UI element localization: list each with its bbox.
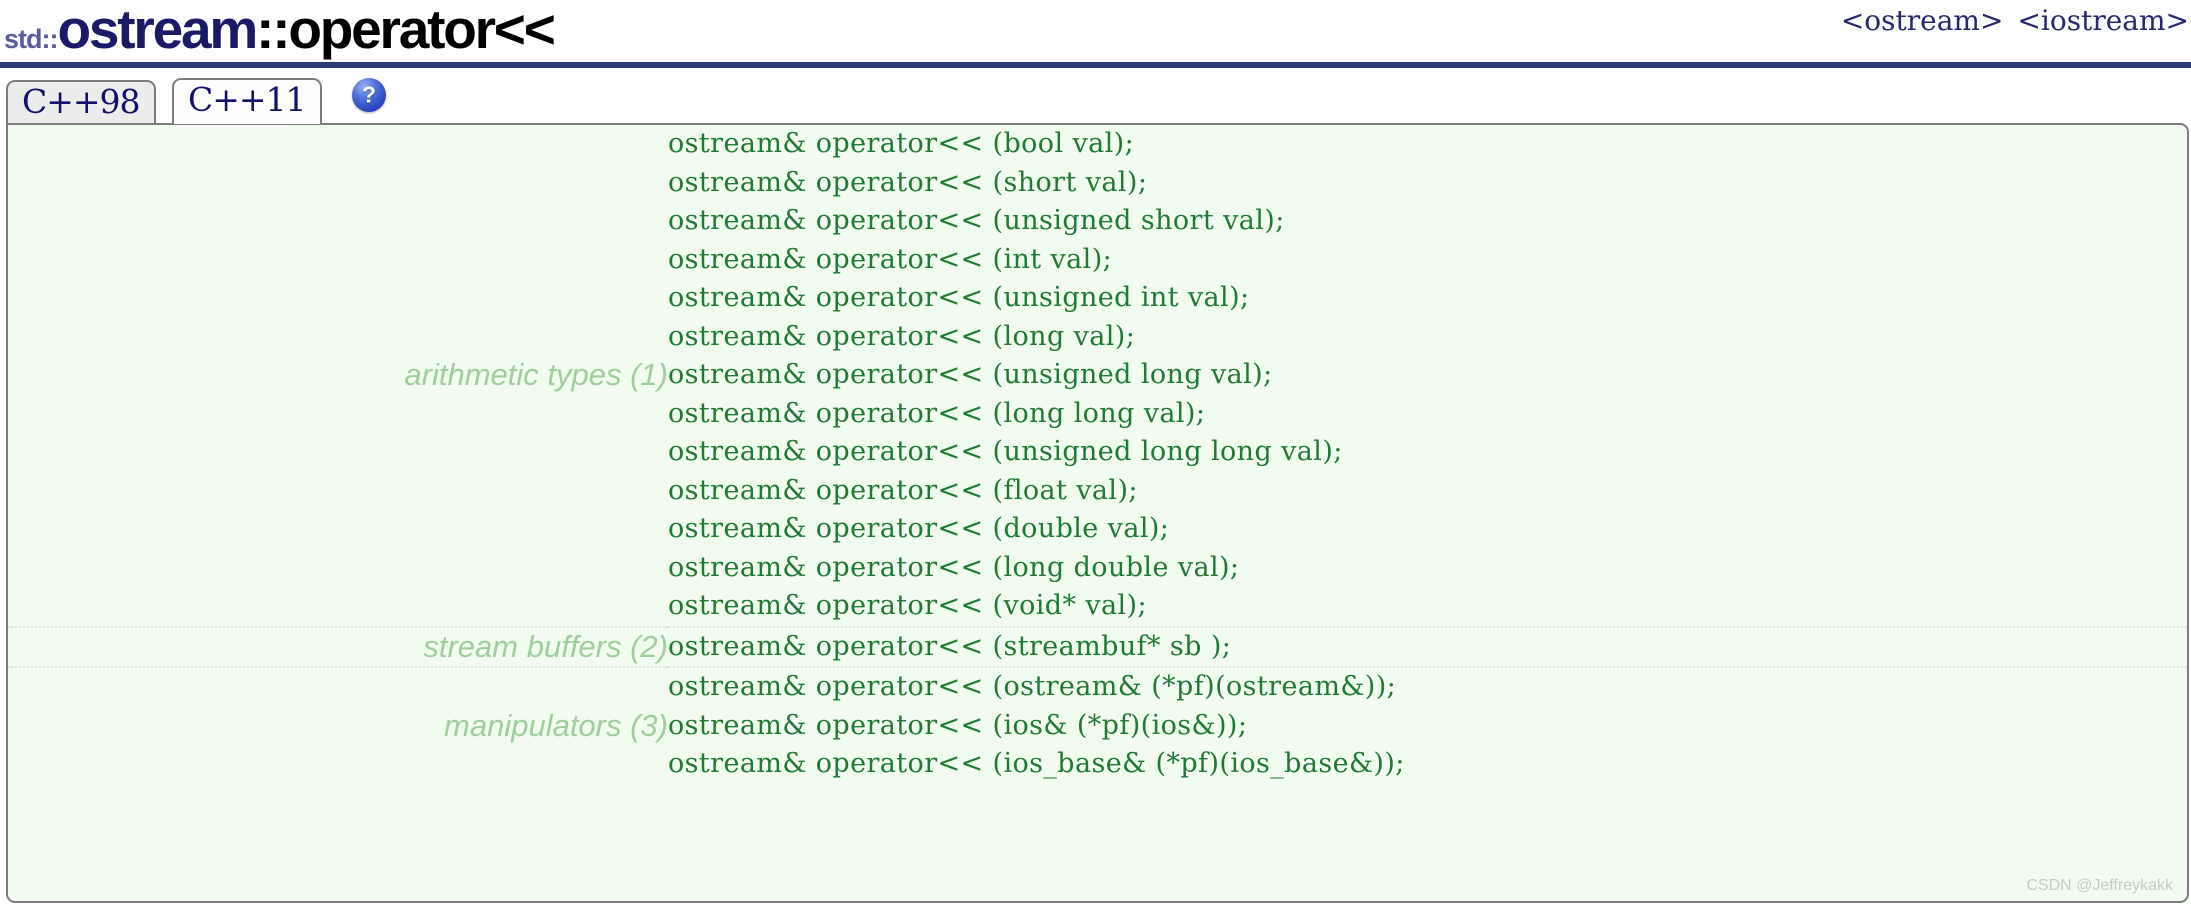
overloads-panel: arithmetic types (1) ostream& operator<<… xyxy=(6,123,2189,903)
group-label-arithmetic-types: arithmetic types (1) xyxy=(8,125,668,628)
signature-line: ostream& operator<< (void* val); xyxy=(668,590,1147,621)
signature-line: ostream& operator<< (unsigned long long … xyxy=(668,436,1343,467)
overloads-table: arithmetic types (1) ostream& operator<<… xyxy=(8,125,2187,784)
signature-line: ostream& operator<< (short val); xyxy=(668,166,1148,198)
signature-line: ostream& operator<< (unsigned short val)… xyxy=(668,205,1285,236)
signature-line: ostream& operator<< (unsigned long val); xyxy=(668,359,1273,390)
page-title-member: operator<< xyxy=(288,0,556,60)
signature-line: ostream& operator<< (ios& (*pf)(ios&)); xyxy=(668,709,1248,741)
signature-line: ostream& operator<< (double val); xyxy=(668,513,1170,544)
overloads-table-body: arithmetic types (1) ostream& operator<<… xyxy=(8,125,2187,784)
group-label-manipulators: manipulators (3) xyxy=(444,707,668,743)
help-icon-glyph: ? xyxy=(361,81,377,108)
signature-line: ostream& operator<< (unsigned int val); xyxy=(668,282,1250,313)
header-include-links: <ostream> <iostream> xyxy=(1827,4,2189,37)
group-signatures-manipulators: ostream& operator<< (ostream& (*pf)(ostr… xyxy=(668,667,2187,784)
signature-line: ostream& operator<< (int val); xyxy=(668,243,1113,275)
table-row: manipulators (3) ostream& operator<< (os… xyxy=(8,667,2187,784)
signature-line: ostream& operator<< (long long val); xyxy=(668,397,1206,429)
watermark-text: CSDN @Jeffreykakk xyxy=(2026,877,2173,894)
header-link-iostream[interactable]: <iostream> xyxy=(2017,4,2189,37)
page-header: std::ostream::operator<< <ostream> <iostr… xyxy=(0,0,2191,68)
page-title-separator: :: xyxy=(256,0,290,60)
signature-line: ostream& operator<< (long val); xyxy=(668,320,1136,352)
tab-cpp98[interactable]: C++98 xyxy=(6,80,156,124)
table-row: arithmetic types (1) ostream& operator<<… xyxy=(8,125,2187,628)
page-title: std::ostream::operator<< xyxy=(4,0,556,60)
version-tab-bar: C++98 C++11 ? xyxy=(0,71,2191,124)
signature-line: ostream& operator<< (ostream& (*pf)(ostr… xyxy=(668,671,1397,702)
tab-cpp98-label: C++98 xyxy=(22,82,141,121)
signature-line: ostream& operator<< (long double val); xyxy=(668,551,1240,583)
signature-line: ostream& operator<< (streambuf* sb ); xyxy=(668,630,1232,662)
tab-cpp11-label: C++11 xyxy=(188,80,307,119)
tab-cpp11[interactable]: C++11 xyxy=(172,78,322,124)
table-row: stream buffers (2) ostream& operator<< (… xyxy=(8,626,2187,668)
page-title-namespace: std:: xyxy=(4,24,58,54)
page-title-class: ostream xyxy=(57,0,258,60)
help-icon[interactable]: ? xyxy=(352,78,386,112)
signature-line: ostream& operator<< (float val); xyxy=(668,474,1138,506)
title-divider xyxy=(0,62,2191,68)
group-label-stream-buffers: stream buffers (2) xyxy=(8,626,668,668)
signature-line: ostream& operator<< (ios_base& (*pf)(ios… xyxy=(668,748,1405,779)
group-signatures-stream-buffers: ostream& operator<< (streambuf* sb ); xyxy=(668,626,2187,668)
header-link-ostream[interactable]: <ostream> xyxy=(1841,4,2004,37)
group-signatures-arithmetic-types: ostream& operator<< (bool val); ostream&… xyxy=(668,125,2187,628)
signature-line: ostream& operator<< (bool val); xyxy=(668,128,1135,159)
